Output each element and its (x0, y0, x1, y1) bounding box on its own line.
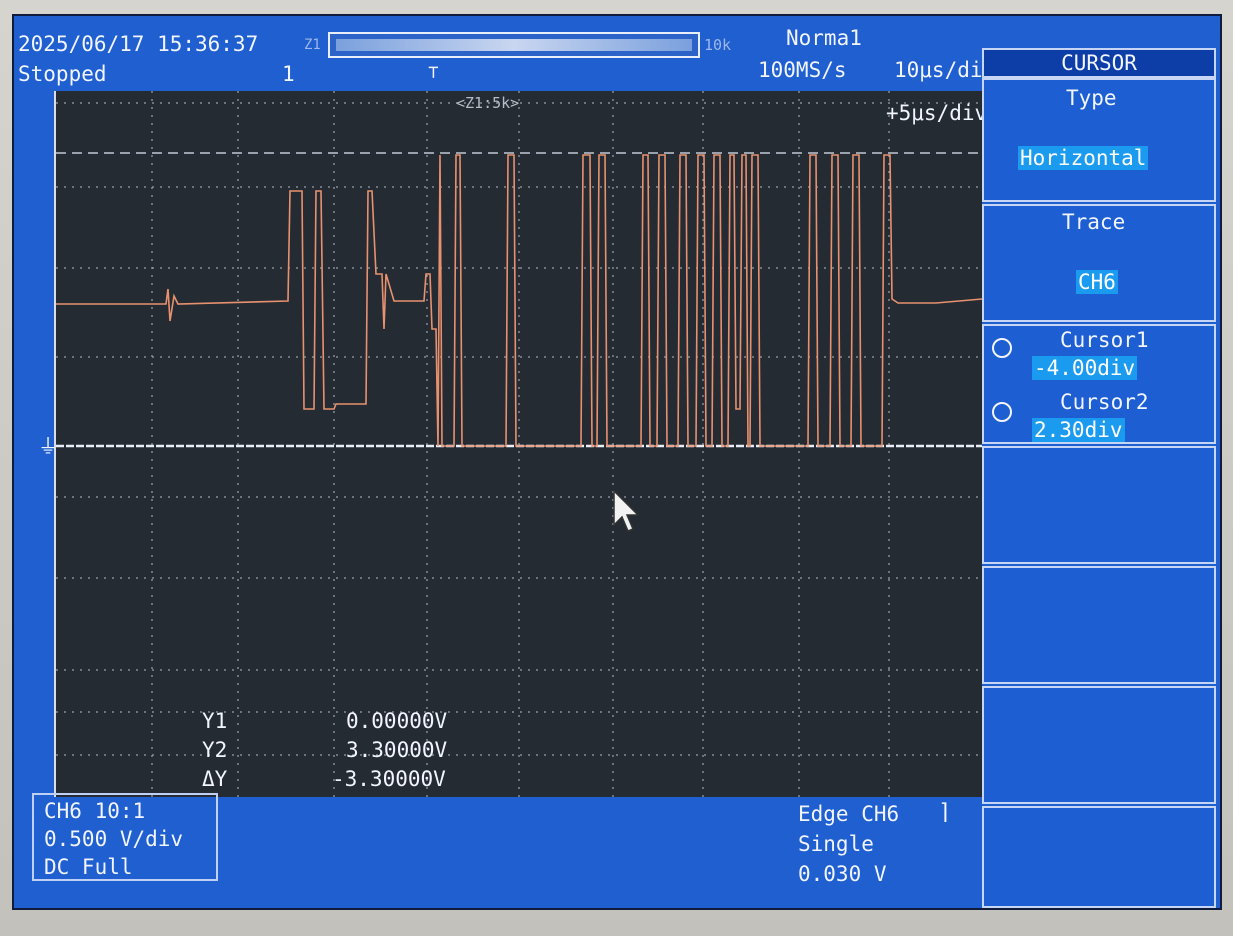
zoom-position-bar[interactable] (328, 32, 700, 58)
cursor-menu: CURSOR Type Horizontal Trace CH6 Cursor1… (982, 48, 1216, 908)
menu-empty-button-3[interactable] (982, 686, 1216, 804)
trigger-mode: Single (798, 832, 874, 856)
y1-value: 0.00000V (346, 709, 448, 733)
channel-marker: 1 (282, 62, 295, 86)
menu-empty-button-4[interactable] (982, 806, 1216, 908)
cursor1-value-text: -4.00div (1032, 356, 1138, 380)
menu-empty-button-1[interactable] (982, 446, 1216, 564)
run-state: Stopped (18, 62, 107, 86)
zoom-ratio: <Z1:5k> (456, 94, 520, 112)
acq-mode: Norma1 (786, 26, 862, 50)
waveform-display[interactable]: <Z1:5k> +5μs/div Y1 0.00000V Y2 3.30000V… (54, 91, 987, 797)
cursor1-label: Cursor1 (1060, 328, 1149, 352)
type-value-text: Horizontal (1018, 146, 1149, 170)
y2-value: 3.30000V (346, 738, 448, 762)
menu-title: CURSOR (982, 48, 1216, 78)
y1-label: Y1 (202, 709, 228, 733)
delta-y-label: ΔY (202, 767, 228, 791)
oscilloscope-screen: 2025/06/17 15:36:37 Stopped 1 Z1 10k ⊤ N… (12, 14, 1222, 910)
channel-info-line3: DC Full (44, 855, 133, 879)
trigger-edge: Edge CH6 (798, 802, 900, 826)
menu-cursor-button[interactable]: Cursor1 -4.00div Cursor2 2.30div (982, 324, 1216, 444)
channel-info-box[interactable]: CH6 10:1 0.500 V/div DC Full (32, 793, 218, 881)
cursor1-value: -4.00div (1032, 356, 1138, 380)
datetime: 2025/06/17 15:36:37 (18, 32, 259, 56)
trigger-position-icon: ⊤ (428, 62, 439, 83)
knob-icon (992, 338, 1012, 358)
ground-marker-icon: ⏚ (38, 434, 58, 458)
delay: +5μs/div (886, 101, 988, 125)
menu-empty-button-2[interactable] (982, 566, 1216, 684)
trace-value: CH6 (1076, 270, 1118, 294)
knob-icon (992, 402, 1012, 422)
trace-value-text: CH6 (1076, 270, 1118, 294)
menu-type-button[interactable]: Type Horizontal (982, 78, 1216, 202)
sample-rate: 100MS/s (758, 58, 847, 82)
menu-trace-button[interactable]: Trace CH6 (982, 204, 1216, 322)
timebase: 10μs/div (894, 58, 996, 82)
type-value: Horizontal (1018, 146, 1149, 170)
cursor2-value-text: 2.30div (1032, 418, 1125, 442)
falling-edge-icon: ⌉ (938, 800, 952, 825)
channel-info-line1: CH6 10:1 (44, 799, 146, 823)
delta-y-value: -3.30000V (332, 767, 446, 791)
zoom-left-label: Z1 (304, 37, 321, 53)
channel-info-line2: 0.500 V/div (44, 827, 184, 851)
waveform-svg (56, 91, 983, 797)
zoom-right-label: 10k (704, 36, 732, 54)
trace-label: Trace (1062, 210, 1126, 234)
zoom-window (336, 39, 692, 51)
trigger-level: 0.030 V (798, 862, 887, 886)
cursor2-label: Cursor2 (1060, 390, 1149, 414)
y2-label: Y2 (202, 738, 228, 762)
mouse-pointer-icon (613, 489, 640, 532)
type-label: Type (1066, 86, 1117, 110)
cursor2-value: 2.30div (1032, 418, 1125, 442)
